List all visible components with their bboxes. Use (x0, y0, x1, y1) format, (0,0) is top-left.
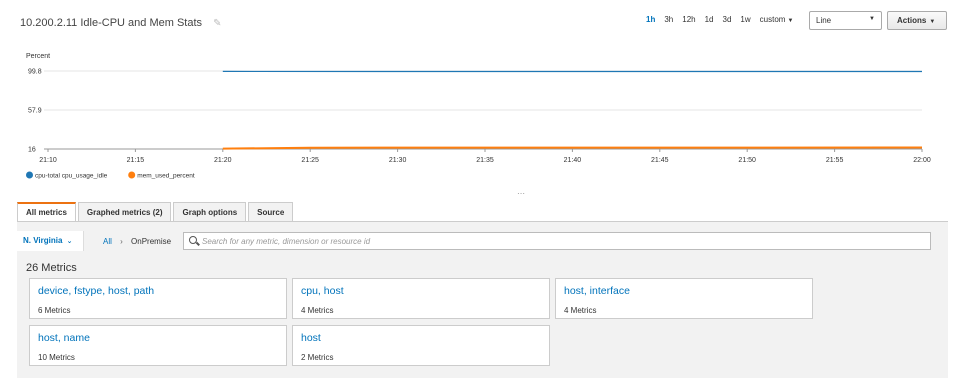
search-placeholder: Search for any metric, dimension or reso… (202, 237, 371, 246)
resize-handle-icon[interactable]: ⋯ (517, 189, 525, 198)
region-selector[interactable]: N. Virginia ⌄ (17, 231, 84, 251)
range-custom[interactable]: custom ▼ (760, 15, 794, 24)
range-1w[interactable]: 1w (740, 15, 750, 24)
y-axis-label: Percent (26, 53, 50, 60)
range-custom-label: custom (759, 15, 786, 24)
card-count: 10 Metrics (38, 353, 75, 362)
metrics-tabs: All metrics Graphed metrics (2) Graph op… (17, 202, 295, 221)
actions-button[interactable]: Actions ▼ (887, 11, 947, 30)
x-tick-label: 21:20 (214, 157, 232, 164)
x-tick-label: 21:40 (564, 157, 582, 164)
region-label: N. Virginia (23, 236, 63, 245)
range-3h[interactable]: 3h (664, 15, 673, 24)
widget-title-text: 10.200.2.11 Idle-CPU and Mem Stats (20, 17, 203, 29)
legend-swatch (26, 171, 33, 179)
tab-all-metrics[interactable]: All metrics (17, 202, 76, 221)
namespace-card[interactable]: host, name 10 Metrics (29, 325, 287, 366)
caret-down-icon: ▼ (787, 18, 794, 24)
tab-graph-options[interactable]: Graph options (173, 202, 247, 221)
metrics-browser: N. Virginia ⌄ All › OnPremise Search for… (17, 222, 948, 378)
x-tick-label: 21:15 (127, 157, 145, 164)
search-icon (189, 236, 197, 244)
chevron-right-icon: › (120, 237, 123, 246)
series-line-2 (222, 146, 923, 150)
x-tick-label: 21:45 (651, 157, 669, 164)
namespace-card[interactable]: device, fstype, host, path 6 Metrics (29, 278, 287, 319)
range-1d[interactable]: 1d (705, 15, 714, 24)
card-count: 2 Metrics (301, 353, 334, 362)
range-1h[interactable]: 1h (646, 15, 655, 24)
x-tick-label: 22:00 (913, 157, 931, 164)
card-title[interactable]: host (301, 332, 321, 344)
time-range-selector: 1h 3h 12h 1d 3d 1w custom ▼ (646, 15, 793, 24)
y-tick-label: 57.9 (28, 108, 42, 115)
x-tick-label: 21:35 (476, 157, 494, 164)
chart-svg: Percent 16 57.9 99.8 21:10 21:15 21:20 21:25 21:… (26, 53, 931, 180)
card-title[interactable]: cpu, host (301, 285, 344, 297)
x-tick-label: 21:55 (826, 157, 844, 164)
x-tick-label: 21:25 (301, 157, 319, 164)
x-tick-label: 21:50 (738, 157, 756, 164)
pencil-icon[interactable]: ✎ (213, 18, 221, 29)
namespace-card[interactable]: host, interface 4 Metrics (555, 278, 813, 319)
range-3d[interactable]: 3d (723, 15, 732, 24)
breadcrumb-all[interactable]: All (103, 237, 112, 246)
namespace-card[interactable]: host 2 Metrics (292, 325, 550, 366)
breadcrumb: All › OnPremise (103, 237, 171, 246)
graph-type-select[interactable]: Line ▼ (809, 11, 882, 30)
chevron-down-icon: ⌄ (66, 238, 73, 245)
metrics-count: 26 Metrics (26, 262, 77, 274)
breadcrumb-current: OnPremise (131, 237, 172, 246)
caret-down-icon: ▼ (929, 19, 936, 25)
y-tick-label: 16 (28, 147, 36, 154)
widget-title: 10.200.2.11 Idle-CPU and Mem Stats ✎ (20, 17, 221, 29)
caret-down-icon: ▼ (869, 16, 875, 22)
legend-swatch (128, 171, 136, 179)
legend-label-1: cpu-total cpu_usage_idle (35, 173, 108, 180)
card-title[interactable]: device, fstype, host, path (38, 285, 154, 297)
graph-type-value: Line (816, 16, 832, 25)
card-count: 6 Metrics (38, 306, 71, 315)
line-chart: Percent 16 57.9 99.8 21:10 21:15 21:20 21:25 21:… (0, 44, 966, 184)
namespace-card[interactable]: cpu, host 4 Metrics (292, 278, 550, 319)
legend-label-2: mem_used_percent (137, 173, 195, 180)
card-count: 4 Metrics (564, 306, 597, 315)
dashboard-header: 10.200.2.11 Idle-CPU and Mem Stats ✎ 1h … (0, 0, 966, 44)
x-tick-label: 21:30 (389, 157, 407, 164)
card-title[interactable]: host, name (38, 332, 90, 344)
tab-source[interactable]: Source (248, 202, 294, 221)
y-tick-label: 99.8 (28, 69, 42, 76)
range-12h[interactable]: 12h (682, 15, 695, 24)
tab-graphed-metrics[interactable]: Graphed metrics (2) (77, 202, 172, 221)
metric-search-input[interactable]: Search for any metric, dimension or reso… (183, 232, 931, 250)
card-count: 4 Metrics (301, 306, 334, 315)
x-tick-label: 21:10 (39, 157, 57, 164)
actions-label: Actions (897, 16, 927, 25)
card-title[interactable]: host, interface (564, 285, 630, 297)
filter-row: N. Virginia ⌄ All › OnPremise Search for… (17, 231, 948, 251)
